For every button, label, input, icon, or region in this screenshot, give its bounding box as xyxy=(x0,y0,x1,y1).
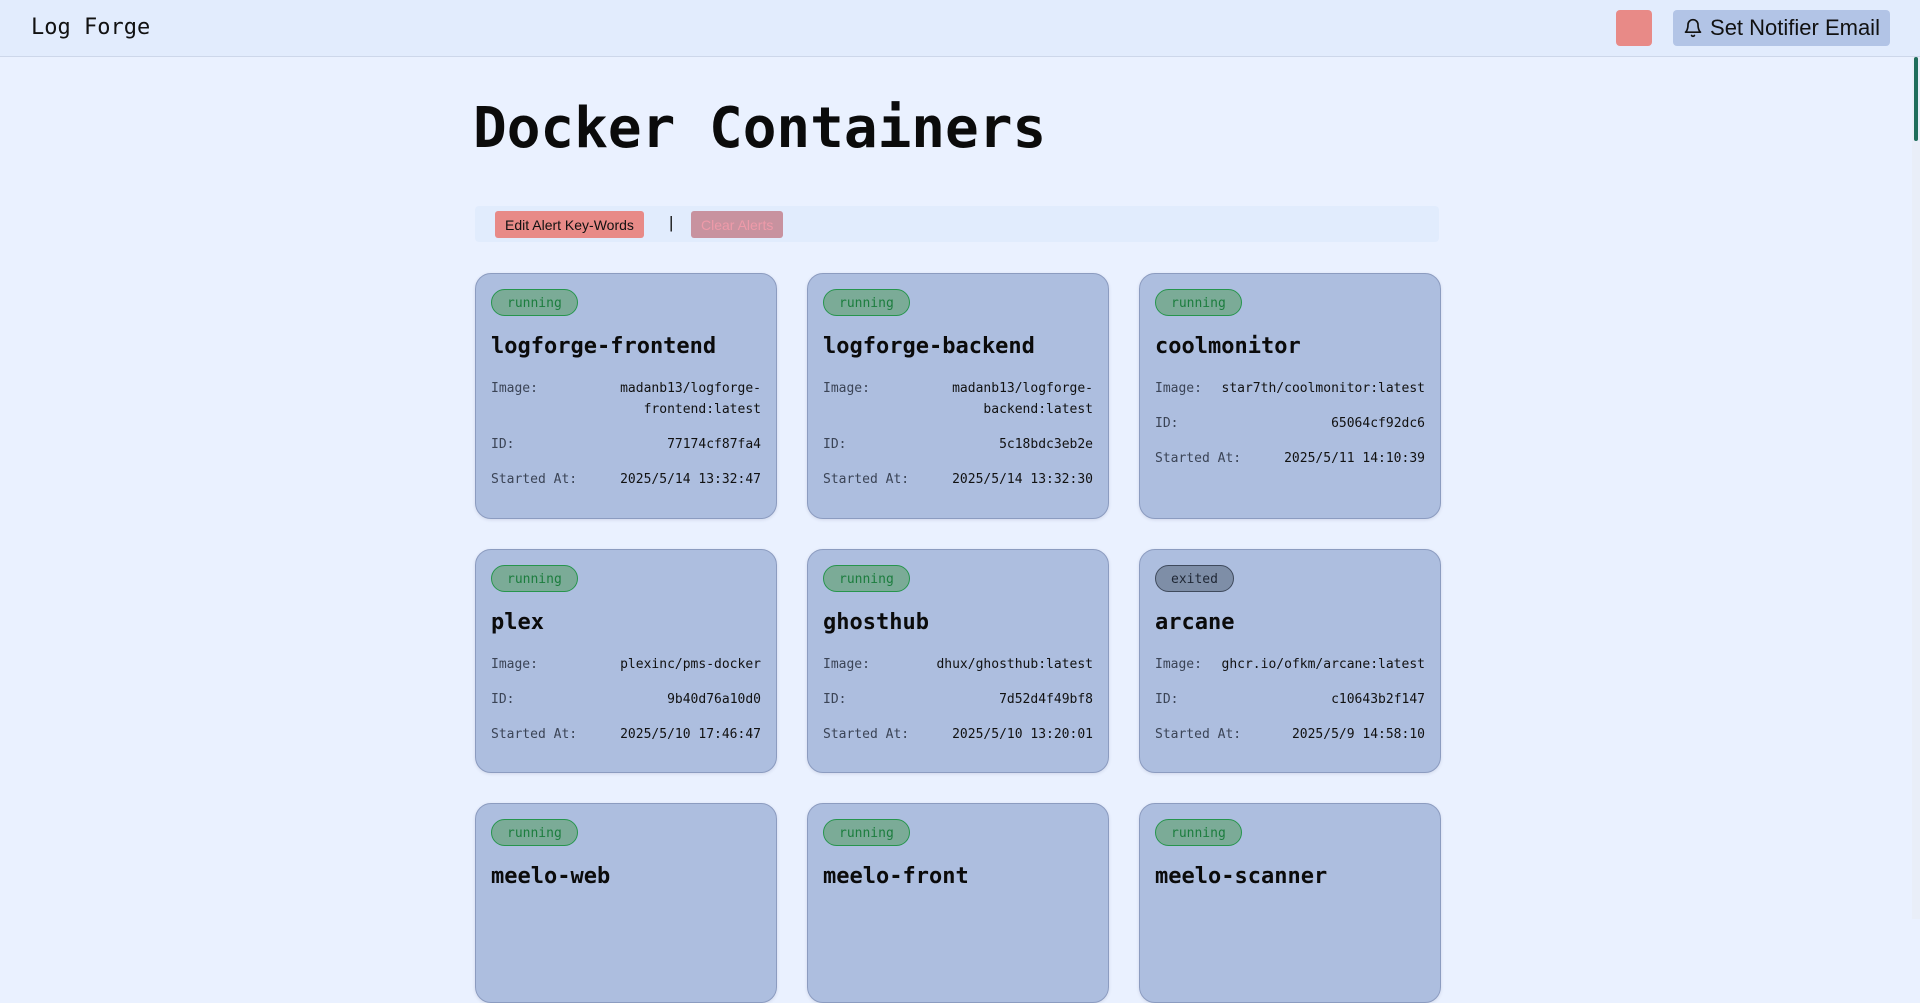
started-row: Started At: 2025/5/10 13:20:01 xyxy=(823,724,1093,745)
image-value: plexinc/pms-docker xyxy=(620,657,761,672)
image-value: madanb13/logforge-backend:latest xyxy=(952,381,1093,417)
container-card[interactable]: running logforge-backend Image: madanb13/… xyxy=(807,273,1109,519)
container-name: ghosthub xyxy=(823,610,929,635)
started-value: 2025/5/11 14:10:39 xyxy=(1284,451,1425,466)
container-card[interactable]: running meelo-front xyxy=(807,803,1109,1003)
image-value: dhux/ghosthub:latest xyxy=(936,657,1093,672)
theme-toggle-button[interactable] xyxy=(1616,10,1652,46)
container-card[interactable]: exited arcane Image: ghcr.io/ofkm/arcane:… xyxy=(1139,549,1441,773)
set-notifier-email-button[interactable]: Set Notifier Email xyxy=(1673,10,1890,46)
status-badge: exited xyxy=(1155,565,1234,592)
started-row: Started At: 2025/5/14 13:32:30 xyxy=(823,469,1093,490)
started-label: Started At: xyxy=(823,472,910,487)
id-label: ID: xyxy=(1155,416,1179,431)
id-value: 9b40d76a10d0 xyxy=(667,692,761,707)
id-label: ID: xyxy=(491,692,515,707)
image-label: Image: xyxy=(1155,657,1202,672)
image-value: star7th/coolmonitor:latest xyxy=(1221,381,1426,396)
started-value: 2025/5/10 17:46:47 xyxy=(620,727,761,742)
started-row: Started At: 2025/5/11 14:10:39 xyxy=(1155,448,1425,469)
started-value: 2025/5/9 14:58:10 xyxy=(1291,727,1425,742)
container-card[interactable]: running plex Image: plexinc/pms-docker ID… xyxy=(475,549,777,773)
container-card[interactable]: running coolmonitor Image: star7th/coolmo… xyxy=(1139,273,1441,519)
id-label: ID: xyxy=(491,437,515,452)
container-card[interactable]: running meelo-web xyxy=(475,803,777,1003)
image-value: madanb13/logforge-frontend:latest xyxy=(620,381,761,417)
status-badge: running xyxy=(1155,819,1242,846)
status-badge: running xyxy=(491,565,578,592)
id-row: ID: 65064cf92dc6 xyxy=(1155,413,1425,434)
started-row: Started At: 2025/5/10 17:46:47 xyxy=(491,724,761,745)
started-label: Started At: xyxy=(1155,727,1242,742)
id-row: ID: 5c18bdc3eb2e xyxy=(823,434,1093,455)
container-name: meelo-front xyxy=(823,864,969,889)
image-row: Image: dhux/ghosthub:latest xyxy=(823,654,1093,675)
scrollbar-thumb[interactable] xyxy=(1914,57,1918,141)
image-row: Image: star7th/coolmonitor:latest xyxy=(1155,378,1425,399)
id-row: ID: c10643b2f147 xyxy=(1155,689,1425,710)
bell-icon xyxy=(1684,18,1702,38)
container-card[interactable]: running logforge-frontend Image: madanb13… xyxy=(475,273,777,519)
image-label: Image: xyxy=(491,381,538,396)
status-badge: running xyxy=(823,819,910,846)
container-name: meelo-web xyxy=(491,864,611,889)
edit-alert-keywords-button[interactable]: Edit Alert Key-Words xyxy=(495,211,644,238)
started-value: 2025/5/10 13:20:01 xyxy=(952,727,1093,742)
toolbar-separator: | xyxy=(669,213,674,232)
container-grid: running logforge-frontend Image: madanb13… xyxy=(475,273,1441,1003)
id-row: ID: 9b40d76a10d0 xyxy=(491,689,761,710)
id-row: ID: 77174cf87fa4 xyxy=(491,434,761,455)
id-value: c10643b2f147 xyxy=(1331,692,1425,707)
container-name: meelo-scanner xyxy=(1155,864,1328,889)
id-value: 7d52d4f49bf8 xyxy=(999,692,1093,707)
id-row: ID: 7d52d4f49bf8 xyxy=(823,689,1093,710)
image-label: Image: xyxy=(491,657,538,672)
page-title: Docker Containers xyxy=(473,96,1047,161)
image-value: ghcr.io/ofkm/arcane:latest xyxy=(1221,657,1426,672)
alerts-toolbar: Edit Alert Key-Words | Clear Alerts xyxy=(475,206,1439,242)
status-badge: running xyxy=(491,289,578,316)
container-name: logforge-frontend xyxy=(491,334,717,359)
image-row: Image: madanb13/logforge-frontend:latest xyxy=(491,378,761,420)
container-card[interactable]: running ghosthub Image: dhux/ghosthub:lat… xyxy=(807,549,1109,773)
id-value: 5c18bdc3eb2e xyxy=(999,437,1093,452)
clear-alerts-button[interactable]: Clear Alerts xyxy=(691,211,784,238)
started-row: Started At: 2025/5/14 13:32:47 xyxy=(491,469,761,490)
image-label: Image: xyxy=(1155,381,1202,396)
started-label: Started At: xyxy=(1155,451,1242,466)
started-value: 2025/5/14 13:32:30 xyxy=(952,472,1093,487)
status-badge: running xyxy=(823,289,910,316)
image-label: Image: xyxy=(823,381,870,396)
started-label: Started At: xyxy=(491,727,578,742)
status-badge: running xyxy=(491,819,578,846)
id-label: ID: xyxy=(823,437,847,452)
image-row: Image: plexinc/pms-docker xyxy=(491,654,761,675)
id-label: ID: xyxy=(823,692,847,707)
top-navbar: Log Forge Set Notifier Email xyxy=(0,0,1920,57)
notifier-button-label: Set Notifier Email xyxy=(1710,15,1880,40)
container-name: plex xyxy=(491,610,544,635)
status-badge: running xyxy=(1155,289,1242,316)
started-row: Started At: 2025/5/9 14:58:10 xyxy=(1155,724,1425,745)
container-name: arcane xyxy=(1155,610,1235,635)
image-row: Image: ghcr.io/ofkm/arcane:latest xyxy=(1155,654,1425,675)
container-card[interactable]: running meelo-scanner xyxy=(1139,803,1441,1003)
started-value: 2025/5/14 13:32:47 xyxy=(620,472,761,487)
image-row: Image: madanb13/logforge-backend:latest xyxy=(823,378,1093,420)
container-name: logforge-backend xyxy=(823,334,1035,359)
started-label: Started At: xyxy=(491,472,578,487)
scrollbar-track[interactable] xyxy=(1912,57,1920,919)
id-value: 65064cf92dc6 xyxy=(1331,416,1425,431)
image-label: Image: xyxy=(823,657,870,672)
started-label: Started At: xyxy=(823,727,910,742)
id-label: ID: xyxy=(1155,692,1179,707)
status-badge: running xyxy=(823,565,910,592)
brand-logo-text[interactable]: Log Forge xyxy=(31,15,150,40)
container-name: coolmonitor xyxy=(1155,334,1301,359)
id-value: 77174cf87fa4 xyxy=(667,437,761,452)
